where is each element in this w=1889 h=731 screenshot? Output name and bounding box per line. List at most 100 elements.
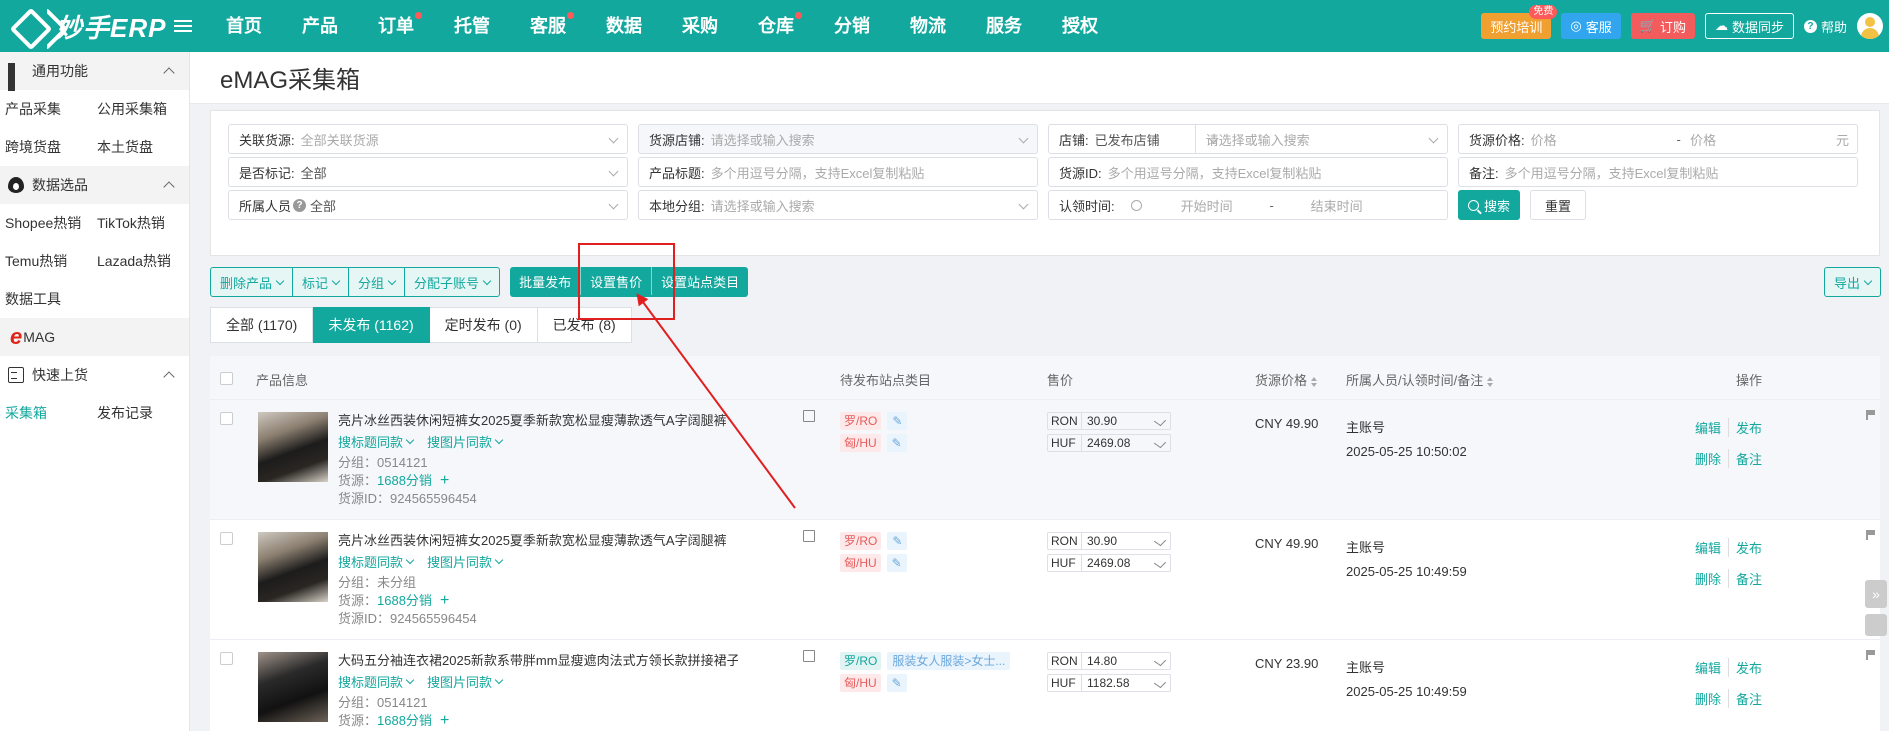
nav-products[interactable]: 产品 [282, 0, 358, 52]
source-link-select[interactable]: 关联货源: 全部关联货源 [228, 124, 628, 154]
product-title[interactable]: 大码五分袖连衣裙2025新款系带胖mm显瘦遮肉法式方领长款拼接裙子 [338, 650, 738, 669]
tab-scheduled[interactable]: 定时发布 (0) [429, 307, 538, 343]
shop-search-select[interactable]: 请选择或输入搜索 [1206, 130, 1310, 149]
reset-button[interactable]: 重置 [1530, 190, 1587, 220]
add-source-icon[interactable]: + [440, 712, 449, 729]
nav-orders[interactable]: 订单 [358, 0, 434, 52]
sidebar-platform-emag[interactable]: e MAG [0, 318, 189, 356]
customer-service-button[interactable]: ◎ 客服 [1561, 13, 1621, 39]
book-training-button[interactable]: 预约培训 免费 [1481, 5, 1558, 39]
edit-button[interactable]: 编辑 [1688, 658, 1730, 677]
nav-service[interactable]: 客服 [510, 0, 586, 52]
mark-button[interactable]: 标记 [293, 268, 350, 296]
nav-purchase[interactable]: 采购 [662, 0, 738, 52]
order-button[interactable]: 🛒 订购 [1630, 13, 1695, 39]
nav-warehouse[interactable]: 仓库 [738, 0, 814, 52]
sidebar-item-local[interactable]: 本土货盘 [92, 137, 184, 157]
row-checkbox[interactable] [220, 652, 233, 665]
price-input[interactable]: HUF 2469.08 [1047, 554, 1171, 572]
publish-button[interactable]: 发布 [1729, 658, 1769, 677]
category-picker[interactable]: ✎ [886, 674, 907, 692]
product-image[interactable] [258, 652, 328, 722]
add-source-icon[interactable]: + [440, 592, 449, 609]
column-header-owner[interactable]: 所属人员/认领时间/备注 [1346, 370, 1494, 389]
search-same-image-link[interactable]: 搜图片同款 [427, 672, 504, 691]
price-input[interactable]: HUF 2469.08 [1047, 434, 1171, 452]
sidebar-item-tiktok[interactable]: TikTok热销 [92, 213, 184, 233]
source-id-input[interactable]: 货源ID: 多个用逗号分隔，支持Excel复制粘贴 [1048, 157, 1448, 187]
category-picker[interactable]: ✎ [886, 434, 907, 452]
marked-select[interactable]: 是否标记: 全部 [228, 157, 628, 187]
help-icon[interactable]: ? [293, 198, 307, 212]
local-group-select[interactable]: 本地分组: 请选择或输入搜索 [638, 190, 1038, 220]
nav-data[interactable]: 数据 [586, 0, 662, 52]
note-button[interactable]: 备注 [1729, 689, 1769, 708]
flag-icon[interactable] [1866, 530, 1876, 540]
note-button[interactable]: 备注 [1729, 449, 1769, 468]
product-title[interactable]: 亮片冰丝西装休闲短裤女2025夏季新款宽松显瘦薄款透气A字阔腿裤 [338, 410, 738, 429]
tab-published[interactable]: 已发布 (8) [537, 307, 632, 343]
flag-icon[interactable] [1866, 650, 1876, 660]
search-same-image-link[interactable]: 搜图片同款 [427, 552, 504, 571]
user-avatar-icon[interactable] [1857, 13, 1883, 39]
nav-home[interactable]: 首页 [206, 0, 282, 52]
nav-hosting[interactable]: 托管 [434, 0, 510, 52]
category-picker[interactable]: 服装女人服装>女士... [887, 652, 1011, 670]
set-price-button[interactable]: 设置售价 [581, 267, 653, 295]
sidebar-item-lazada[interactable]: Lazada热销 [92, 251, 184, 271]
edit-button[interactable]: 编辑 [1688, 538, 1730, 557]
nav-distribution[interactable]: 分销 [814, 0, 890, 52]
sidebar-item-shopee[interactable]: Shopee热销 [0, 213, 92, 233]
add-source-icon[interactable]: + [440, 472, 449, 489]
search-same-title-link[interactable]: 搜标题同款 [338, 672, 415, 691]
source-shop-select[interactable]: 货源店铺: 请选择或输入搜索 [638, 124, 1038, 154]
price-min-input[interactable]: 价格 [1531, 130, 1677, 149]
publish-button[interactable]: 发布 [1729, 418, 1769, 437]
edit-icon[interactable] [803, 530, 815, 542]
edit-icon[interactable] [803, 410, 815, 422]
set-site-category-button[interactable]: 设置站点类目 [652, 267, 748, 295]
delete-button[interactable]: 删除 [1688, 449, 1730, 468]
flag-icon[interactable] [1866, 410, 1876, 420]
column-header-src-price[interactable]: 货源价格 [1255, 370, 1318, 389]
note-button[interactable]: 备注 [1729, 569, 1769, 588]
select-all-checkbox[interactable] [220, 372, 233, 385]
export-button[interactable]: 导出 [1823, 267, 1881, 297]
batch-publish-button[interactable]: 批量发布 [510, 267, 582, 295]
price-input[interactable]: RON 14.80 [1047, 652, 1171, 670]
delete-products-button[interactable]: 删除产品 [211, 268, 294, 296]
sidebar-item-collect-box[interactable]: 采集箱 [0, 403, 92, 423]
price-max-input[interactable]: 价格 [1690, 130, 1836, 149]
sidebar-item-publish-log[interactable]: 发布记录 [92, 403, 184, 423]
note-input[interactable]: 备注: 多个用逗号分隔，支持Excel复制粘贴 [1458, 157, 1858, 187]
sidebar-item-product-collect[interactable]: 产品采集 [0, 99, 92, 119]
nav-authorize[interactable]: 授权 [1042, 0, 1118, 52]
search-same-title-link[interactable]: 搜标题同款 [338, 432, 415, 451]
logo[interactable]: 妙手ERP [0, 8, 180, 45]
help-link[interactable]: ? 帮助 [1803, 17, 1847, 36]
product-title-input[interactable]: 产品标题: 多个用逗号分隔，支持Excel复制粘贴 [638, 157, 1038, 187]
group-button[interactable]: 分组 [349, 268, 406, 296]
price-input[interactable]: HUF 1182.58 [1047, 674, 1171, 692]
delete-button[interactable]: 删除 [1688, 689, 1730, 708]
edit-icon[interactable] [803, 650, 815, 662]
row-checkbox[interactable] [220, 532, 233, 545]
tab-all[interactable]: 全部 (1170) [210, 307, 314, 343]
sidebar-item-cross-border[interactable]: 跨境货盘 [0, 137, 92, 157]
source-link[interactable]: 1688分销 [377, 593, 432, 608]
category-picker[interactable]: ✎ [887, 412, 908, 430]
edit-button[interactable]: 编辑 [1688, 418, 1730, 437]
expand-panel-icon[interactable]: » [1865, 580, 1887, 608]
tab-unpublished[interactable]: 未发布 (1162) [313, 307, 430, 343]
publish-button[interactable]: 发布 [1729, 538, 1769, 557]
price-input[interactable]: RON 30.90 [1047, 412, 1171, 430]
sidebar-item-public-box[interactable]: 公用采集箱 [92, 99, 184, 119]
start-time-input[interactable]: 开始时间 [1152, 196, 1262, 215]
source-link[interactable]: 1688分销 [377, 713, 432, 728]
price-input[interactable]: RON 30.90 [1047, 532, 1171, 550]
product-title[interactable]: 亮片冰丝西装休闲短裤女2025夏季新款宽松显瘦薄款透气A字阔腿裤 [338, 530, 738, 549]
owner-select[interactable]: 所属人员 ? 全部 [228, 190, 628, 220]
search-same-image-link[interactable]: 搜图片同款 [427, 432, 504, 451]
category-picker[interactable]: ✎ [886, 554, 907, 572]
sidebar-item-temu[interactable]: Temu热销 [0, 251, 92, 271]
